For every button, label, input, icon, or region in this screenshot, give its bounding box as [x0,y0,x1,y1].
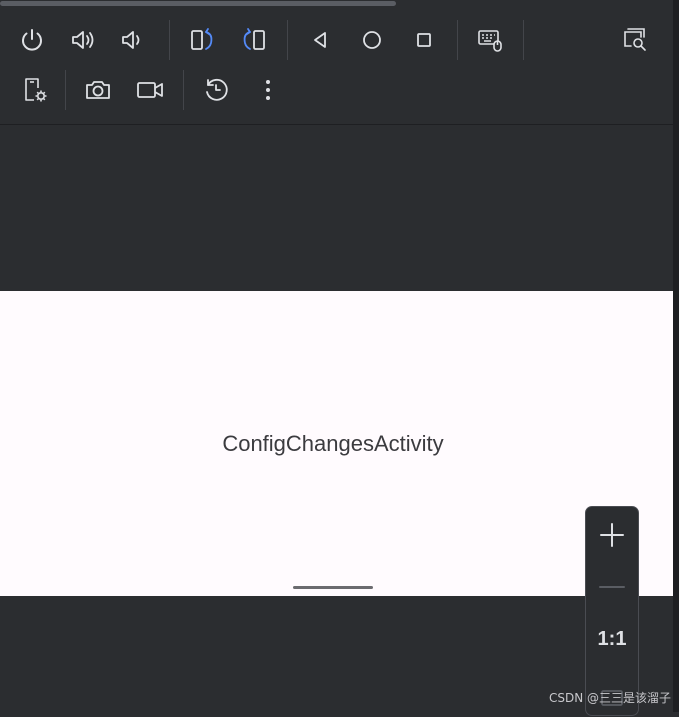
volume-up-icon [72,31,94,49]
volume-up-button[interactable] [63,20,103,60]
keyboard-mouse-icon [478,30,502,52]
snapshot-button[interactable] [196,70,236,110]
history-icon [206,78,228,101]
device-settings-icon [25,78,47,102]
power-icon [22,29,42,51]
rotate-right-icon [243,28,265,50]
toolbar-separator [457,20,458,60]
zoom-controls: 1:1 [585,506,639,716]
back-button[interactable] [300,20,340,60]
toolbar-separator [523,20,524,60]
minus-icon [599,586,625,588]
zoom-out-button[interactable] [586,563,638,611]
watermark-text: CSDN @三三是该溜子 [548,691,671,705]
square-overview-icon [417,33,431,47]
horizontal-scrollbar[interactable] [0,0,679,7]
window-search-icon [624,28,646,51]
rotate-left-icon [191,28,213,50]
rotate-right-button[interactable] [234,20,274,60]
camera-icon [86,81,110,99]
actual-size-label: 1:1 [597,627,627,650]
toolbar-separator [287,20,288,60]
circle-home-icon [363,31,381,49]
toolbar-separator [65,70,66,110]
inspect-button[interactable] [614,20,654,60]
rotate-left-button[interactable] [182,20,222,60]
device-screen[interactable]: ConfigChangesActivity [0,291,673,596]
screenshot-button[interactable] [78,70,118,110]
volume-down-icon [122,31,140,49]
power-button[interactable] [12,20,52,60]
activity-title: ConfigChangesActivity [222,431,444,456]
keyboard-mouse-button[interactable] [470,20,510,60]
actual-size-button[interactable]: 1:1 [586,615,638,663]
panel-edge [673,0,679,712]
video-camera-icon [137,82,163,98]
emulator-toolbar [0,7,679,125]
more-button[interactable] [248,70,288,110]
toolbar-separator [169,20,170,60]
home-button[interactable] [352,20,392,60]
overview-button[interactable] [404,20,444,60]
zoom-in-button[interactable] [586,511,638,559]
scrollbar-thumb[interactable] [0,1,396,6]
kebab-menu-icon [266,80,270,100]
device-frame [0,125,673,291]
triangle-back-icon [314,32,326,48]
gesture-nav-handle[interactable] [293,586,373,589]
toolbar-separator [183,70,184,110]
plus-icon [600,523,624,547]
volume-down-button[interactable] [112,20,152,60]
screen-record-button[interactable] [130,70,170,110]
device-settings-button[interactable] [15,70,55,110]
